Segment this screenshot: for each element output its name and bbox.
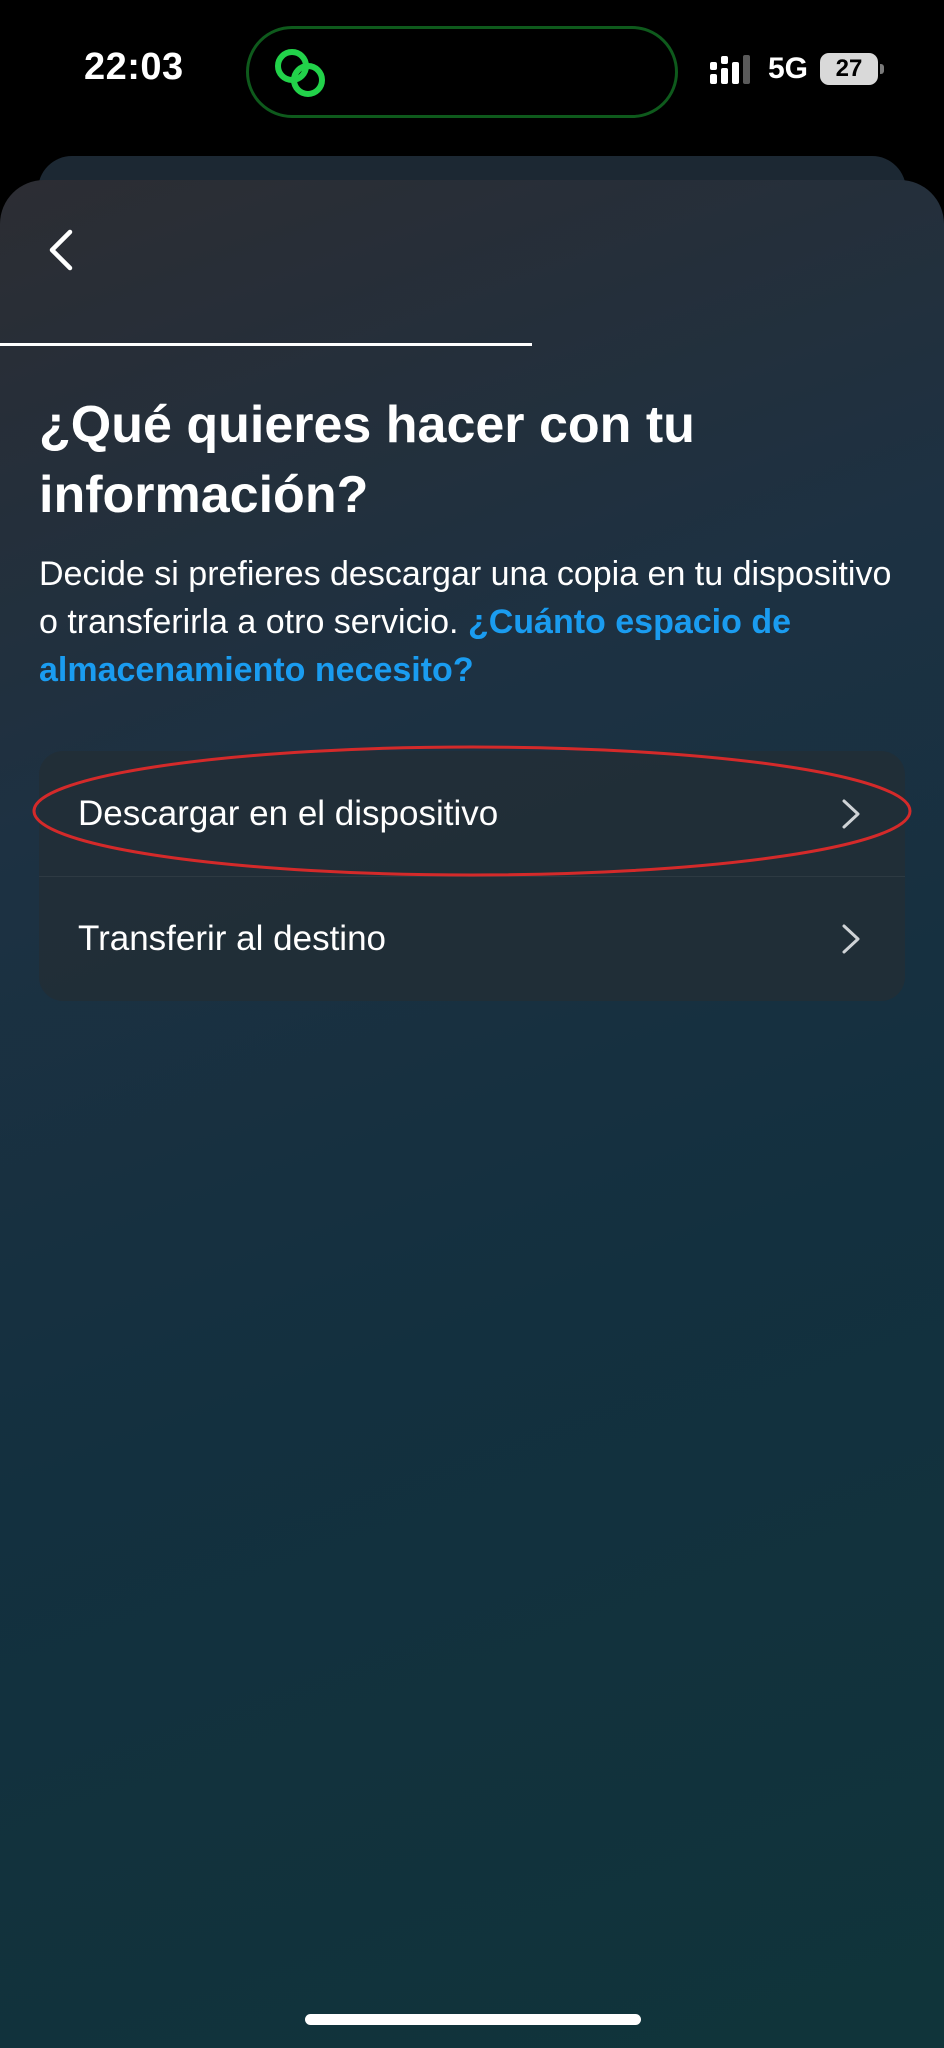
- chevron-right-icon: [842, 924, 860, 954]
- back-button[interactable]: [36, 220, 86, 280]
- page-title: ¿Qué quieres hacer con tu información?: [39, 396, 695, 524]
- option-label: Transferir al destino: [78, 919, 386, 958]
- chevron-right-icon: [842, 799, 860, 828]
- page-description: Decide si prefieres descargar una copia …: [39, 550, 919, 694]
- battery-icon: 27: [820, 53, 884, 85]
- signal-bars-icon: [709, 55, 750, 84]
- option-transfer-to-destination[interactable]: Transferir al destino: [39, 876, 905, 1001]
- home-indicator[interactable]: [305, 2014, 641, 2025]
- chevron-left-icon: [49, 229, 73, 271]
- modal-sheet: ¿Qué quieres hacer con tu información? D…: [0, 180, 944, 2048]
- status-indicators: 5G 27: [709, 52, 884, 86]
- phone-screen: 22:03 5G 27 ¿Qué quieres hacer con tu in…: [0, 0, 944, 2048]
- link-rings-icon: [275, 49, 325, 97]
- status-time: 22:03: [84, 46, 184, 88]
- progress-bar: [0, 343, 944, 346]
- battery-level: 27: [835, 55, 863, 82]
- dynamic-island: [246, 26, 678, 118]
- option-download-to-device[interactable]: Descargar en el dispositivo: [39, 751, 905, 876]
- status-bar: 22:03 5G 27: [0, 0, 944, 140]
- options-list: Descargar en el dispositivo Transferir a…: [39, 751, 905, 1001]
- battery-nub: [880, 64, 884, 74]
- network-type: 5G: [767, 52, 808, 85]
- option-label: Descargar en el dispositivo: [78, 793, 499, 833]
- progress-fill: [0, 343, 533, 346]
